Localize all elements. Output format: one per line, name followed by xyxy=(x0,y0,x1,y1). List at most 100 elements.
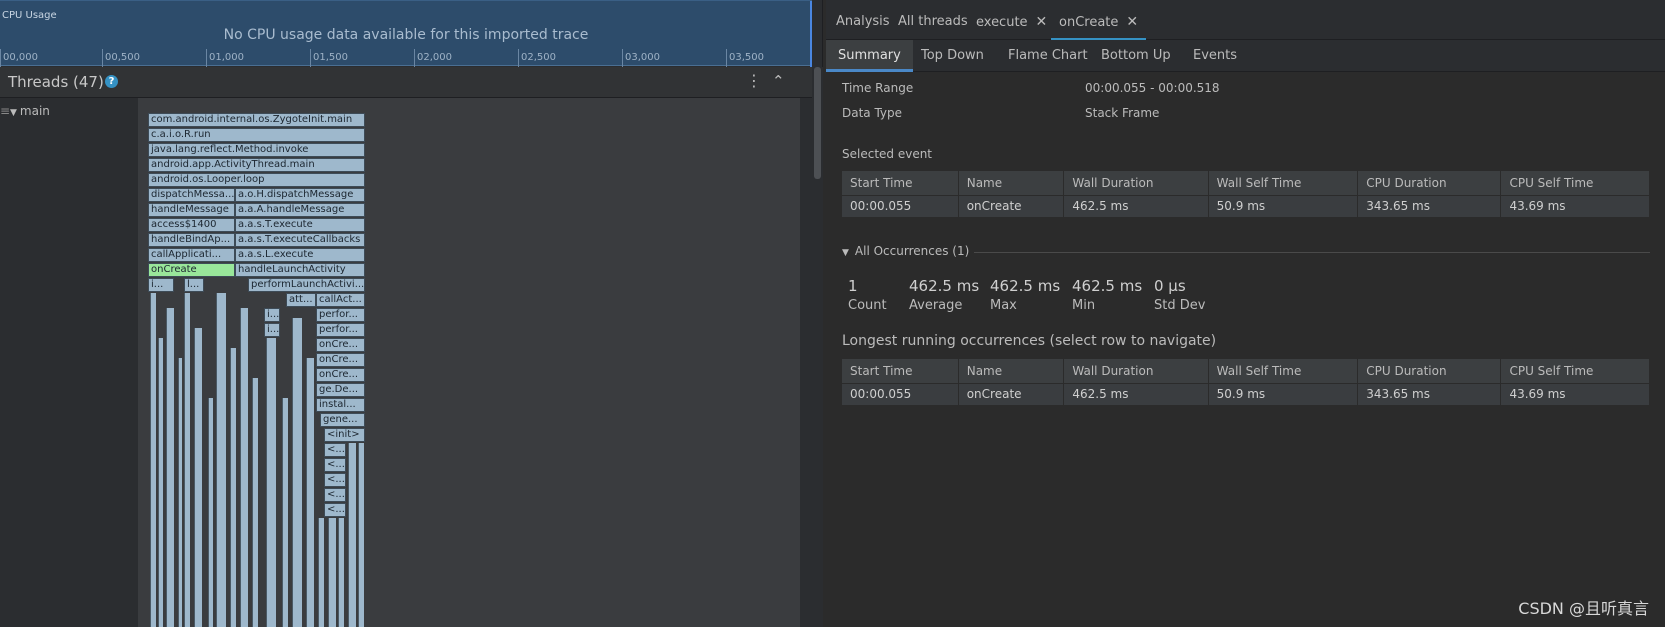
stat-value: 0 μs xyxy=(1154,277,1186,295)
flame-frame[interactable]: perfor... xyxy=(316,308,365,322)
flame-frame[interactable]: l... xyxy=(184,278,204,292)
column-header[interactable]: CPU Self Time xyxy=(1500,171,1650,195)
flame-frame[interactable]: a.a.s.T.execute xyxy=(235,218,365,232)
tab-bottom-up[interactable]: Bottom Up xyxy=(1089,40,1183,72)
flame-frame[interactable]: att... xyxy=(286,293,316,307)
tab-analysis[interactable]: Analysis xyxy=(828,0,898,40)
flame-frame[interactable]: onCre... xyxy=(316,368,365,382)
flame-frame[interactable]: i... xyxy=(264,323,280,337)
column-header[interactable]: Wall Duration xyxy=(1063,171,1209,195)
flame-chart[interactable]: com.android.internal.os.ZygoteInit.main … xyxy=(138,98,800,627)
flame-frame[interactable]: onCre... xyxy=(316,353,365,367)
flame-stripe[interactable] xyxy=(318,518,324,627)
flame-frame[interactable]: callApplicati... xyxy=(148,248,235,262)
flame-stripe[interactable] xyxy=(240,308,248,627)
flame-frame[interactable]: access$1400 xyxy=(148,218,235,232)
flame-stripe[interactable] xyxy=(252,378,258,627)
flame-frame[interactable]: <... xyxy=(324,473,346,487)
help-icon[interactable]: ? xyxy=(105,75,118,88)
flame-frame[interactable]: instal... xyxy=(316,398,365,412)
vertical-scrollbar[interactable] xyxy=(812,67,823,627)
stat-min: 462.5 ms Min xyxy=(1072,277,1142,313)
flame-stripe[interactable] xyxy=(282,398,288,627)
flame-frame[interactable]: ge.De... xyxy=(316,383,365,397)
flame-stripe[interactable] xyxy=(348,443,356,627)
flame-frame[interactable]: gene... xyxy=(320,413,365,427)
column-header[interactable]: Name xyxy=(958,359,1065,383)
table-row[interactable]: 00:00.055 onCreate 462.5 ms 50.9 ms 343.… xyxy=(842,194,1650,217)
flame-stripe[interactable] xyxy=(338,518,344,627)
flame-frame[interactable]: handleMessage xyxy=(148,203,235,217)
flame-frame[interactable]: <init> xyxy=(324,428,365,442)
flame-stripe[interactable] xyxy=(166,308,174,627)
flame-stripe[interactable] xyxy=(358,443,364,627)
expand-arrow-icon[interactable]: ▼ xyxy=(842,248,849,258)
table-cell: 00:00.055 xyxy=(842,194,959,217)
column-header[interactable]: CPU Duration xyxy=(1357,171,1502,195)
flame-frame[interactable]: i... xyxy=(148,278,174,292)
thread-row-main[interactable]: ▼ main xyxy=(0,104,50,118)
flame-frame[interactable]: android.app.ActivityThread.main xyxy=(148,158,365,172)
tab-oncreate[interactable]: onCreate ✕ xyxy=(1051,0,1147,40)
flame-frame[interactable]: com.android.internal.os.ZygoteInit.main xyxy=(148,113,365,127)
analysis-pane: Analysis All threads execute ✕ onCreate ✕ … xyxy=(826,0,1665,627)
flame-frame[interactable]: callAct... xyxy=(316,293,365,307)
flame-stripe[interactable] xyxy=(178,358,182,627)
column-header[interactable]: Start Time xyxy=(842,359,959,383)
column-header[interactable]: Wall Duration xyxy=(1063,359,1209,383)
column-header[interactable]: Wall Self Time xyxy=(1208,171,1359,195)
flame-stripe[interactable] xyxy=(230,348,236,627)
flame-frame[interactable]: performLaunchActivi... xyxy=(248,278,365,292)
tab-all-threads[interactable]: All threads xyxy=(890,0,976,40)
flame-stripe[interactable] xyxy=(328,518,336,627)
tab-summary[interactable]: Summary xyxy=(826,40,913,72)
flame-stripe[interactable] xyxy=(158,338,163,627)
scrollbar-thumb[interactable] xyxy=(814,67,821,179)
tab-execute[interactable]: execute ✕ xyxy=(968,0,1055,40)
table-row[interactable]: 00:00.055 onCreate 462.5 ms 50.9 ms 343.… xyxy=(842,382,1650,405)
flame-stripe[interactable] xyxy=(292,318,302,627)
profiler-timeline-pane: CPU Usage No CPU usage data available fo… xyxy=(0,0,823,627)
tab-flame-chart[interactable]: Flame Chart xyxy=(996,40,1100,72)
flame-frame[interactable]: c.a.i.o.R.run xyxy=(148,128,365,142)
flame-frame[interactable]: handleBindAp... xyxy=(148,233,235,247)
flame-frame[interactable]: <... xyxy=(324,488,346,502)
tab-events[interactable]: Events xyxy=(1181,40,1249,72)
column-header[interactable]: Wall Self Time xyxy=(1208,359,1359,383)
collapse-icon[interactable]: ⌃ xyxy=(772,72,785,90)
flame-frame[interactable]: a.a.s.T.executeCallbacks xyxy=(235,233,365,247)
all-occurrences-header[interactable]: ▼ All Occurrences (1) xyxy=(842,244,1650,260)
flame-frame[interactable]: handleLaunchActivity xyxy=(235,263,365,277)
flame-stripe[interactable] xyxy=(306,358,314,627)
flame-frame[interactable]: android.os.Looper.loop xyxy=(148,173,365,187)
selection-marker[interactable] xyxy=(810,1,812,67)
flame-stripe[interactable] xyxy=(266,338,276,627)
flame-frame[interactable]: <... xyxy=(324,443,346,457)
column-header[interactable]: CPU Self Time xyxy=(1500,359,1650,383)
flame-frame[interactable]: <... xyxy=(324,503,346,517)
flame-frame[interactable]: dispatchMessa... xyxy=(148,188,235,202)
flame-stripe[interactable] xyxy=(184,293,190,627)
close-icon[interactable]: ✕ xyxy=(1126,14,1138,30)
flame-frame[interactable]: perfor... xyxy=(316,323,365,337)
column-header[interactable]: CPU Duration xyxy=(1357,359,1502,383)
flame-frame[interactable]: onCre... xyxy=(316,338,365,352)
expand-arrow-icon[interactable]: ▼ xyxy=(10,108,17,118)
column-header[interactable]: Name xyxy=(958,171,1065,195)
flame-frame-selected[interactable]: onCreate xyxy=(148,263,235,277)
close-icon[interactable]: ✕ xyxy=(1036,14,1048,30)
flame-frame[interactable]: a.a.A.handleMessage xyxy=(235,203,365,217)
flame-stripe[interactable] xyxy=(208,398,213,627)
tab-top-down[interactable]: Top Down xyxy=(909,40,996,72)
flame-frame[interactable]: i... xyxy=(264,308,280,322)
flame-stripe[interactable] xyxy=(216,293,226,627)
flame-frame[interactable]: a.a.s.L.execute xyxy=(235,248,365,262)
flame-frame[interactable]: java.lang.reflect.Method.invoke xyxy=(148,143,365,157)
flame-stripe[interactable] xyxy=(150,293,156,627)
column-header[interactable]: Start Time xyxy=(842,171,959,195)
flame-stripe[interactable] xyxy=(194,328,202,627)
flame-frame[interactable]: a.o.H.dispatchMessage xyxy=(235,188,365,202)
flame-frame[interactable]: <... xyxy=(324,458,346,472)
more-options-icon[interactable]: ⋮ xyxy=(746,71,762,90)
cpu-usage-track[interactable]: CPU Usage No CPU usage data available fo… xyxy=(0,0,812,67)
